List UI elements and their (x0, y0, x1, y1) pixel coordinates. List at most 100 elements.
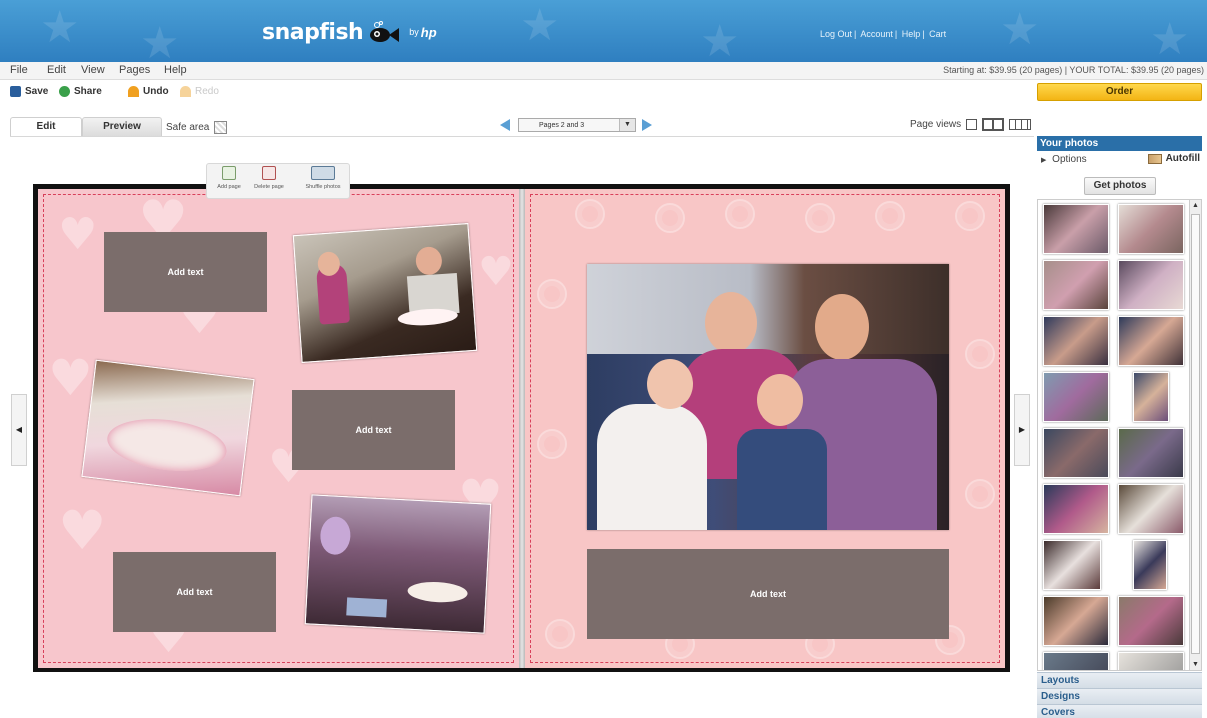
redo-button[interactable]: Redo (180, 86, 219, 97)
get-photos-button[interactable]: Get photos (1084, 177, 1156, 195)
photo-thumbnail[interactable] (1043, 260, 1109, 310)
delete-page-button[interactable]: Delete page (249, 166, 289, 190)
tab-preview[interactable]: Preview (82, 117, 162, 136)
autofill-label: Autofill (1165, 153, 1200, 164)
photo-thumbnail[interactable] (1043, 484, 1109, 534)
photo-mothers-babies[interactable] (587, 264, 949, 530)
photo-thumbnail[interactable] (1118, 204, 1184, 254)
fish-icon (367, 21, 403, 43)
pages-dropdown[interactable]: Pages 2 and 3 ▼ (518, 118, 636, 132)
options-label: Options (1052, 154, 1087, 165)
safe-area-label: Safe area (166, 122, 210, 133)
photo-thumbnail[interactable] (1133, 372, 1169, 422)
photo-thumbnail[interactable] (1043, 204, 1109, 254)
page-tools: Add page Delete page Shuffle photos (206, 163, 350, 199)
star-decoration: ★ (140, 18, 180, 62)
photo-thumbnail[interactable] (1043, 652, 1109, 670)
photobook-spread: ♥ ♥ ♥ ♥ ♥ ♥ ♥ ♥ ♥ Add text Add text Add … (33, 184, 1010, 672)
order-button[interactable]: Order (1037, 83, 1202, 101)
scroll-right-arrow[interactable]: ▶ (1014, 394, 1030, 466)
scrollbar-thumb[interactable] (1191, 214, 1200, 654)
safe-area-checkbox[interactable] (214, 121, 228, 134)
tab-edit[interactable]: Edit (10, 117, 82, 136)
photo-thumbnail[interactable] (1043, 372, 1109, 422)
photo-thumbnail[interactable] (1043, 316, 1109, 366)
save-button[interactable]: Save (10, 86, 48, 97)
photo-thumbnail[interactable] (1118, 428, 1184, 478)
grid-view-icon[interactable] (1009, 119, 1032, 130)
photo-thumbnail[interactable] (1133, 540, 1167, 590)
photo-thumbnail[interactable] (1118, 316, 1184, 366)
shuffle-photos-button[interactable]: Shuffle photos (297, 166, 349, 190)
menu-help[interactable]: Help (164, 64, 187, 76)
star-decoration: ★ (1000, 4, 1040, 55)
add-page-button[interactable]: Add page (211, 166, 247, 190)
logout-link[interactable]: Log Out (820, 29, 852, 39)
delete-page-icon (262, 166, 276, 180)
snapfish-logo[interactable]: snapfish by hp (262, 14, 437, 50)
photo-detail (346, 597, 388, 618)
text-box[interactable]: Add text (292, 390, 455, 470)
photo-family-cake[interactable] (292, 223, 478, 363)
price-summary: Starting at: $39.95 (20 pages) | YOUR TO… (943, 65, 1204, 75)
photo-birthday-cake[interactable] (81, 359, 255, 497)
share-button[interactable]: Share (59, 86, 102, 97)
star-decoration: ★ (700, 16, 740, 62)
photo-grid-scrollbar[interactable]: ▲ ▼ (1189, 200, 1201, 670)
site-header: ★ ★ ★ ★ ★ ★ snapfish by hp Log Out | Acc… (0, 0, 1207, 62)
photo-thumbnail[interactable] (1118, 652, 1184, 670)
photo-party-balloons[interactable] (304, 494, 492, 634)
photo-thumbnail[interactable] (1043, 428, 1109, 478)
menu-bar: File Edit View Pages Help Starting at: $… (0, 62, 1207, 80)
photo-detail (587, 264, 949, 354)
photo-thumbnail[interactable] (1118, 260, 1184, 310)
pages-dropdown-value: Pages 2 and 3 (539, 121, 585, 129)
layouts-section[interactable]: Layouts (1037, 672, 1202, 688)
scroll-left-arrow[interactable]: ◀ (11, 394, 27, 466)
share-icon (59, 86, 70, 97)
menu-pages[interactable]: Pages (119, 64, 150, 76)
photo-thumbnail[interactable] (1118, 596, 1184, 646)
your-photos-header[interactable]: Your photos (1037, 136, 1202, 151)
single-page-view-icon[interactable] (966, 119, 978, 130)
previous-page-arrow-icon[interactable] (500, 119, 510, 131)
text-box[interactable]: Add text (113, 552, 276, 632)
menu-edit[interactable]: Edit (47, 64, 66, 76)
star-decoration: ★ (40, 2, 80, 53)
scroll-down-icon[interactable]: ▼ (1190, 659, 1201, 670)
photo-detail (407, 580, 469, 604)
undo-button[interactable]: Undo (128, 86, 169, 97)
star-decoration: ★ (520, 0, 560, 51)
photo-detail (597, 404, 707, 530)
designs-section[interactable]: Designs (1037, 688, 1202, 704)
account-link[interactable]: Account (860, 29, 893, 39)
triangle-right-icon: ▶ (1041, 157, 1047, 164)
left-page[interactable]: ♥ ♥ ♥ ♥ ♥ ♥ ♥ ♥ ♥ Add text Add text Add … (38, 189, 519, 668)
page-views: Page views (910, 118, 1032, 131)
autofill-button[interactable]: Autofill (1147, 153, 1200, 164)
options-toggle[interactable]: ▶ Options (1041, 154, 1087, 165)
shuffle-photos-label: Shuffle photos (305, 184, 341, 190)
account-links: Log Out | Account | Help | Cart (820, 29, 947, 39)
add-page-label: Add page (217, 184, 241, 190)
photo-thumbnail[interactable] (1118, 484, 1184, 534)
divider (10, 136, 1034, 137)
photo-thumbnail[interactable] (1043, 540, 1101, 590)
text-box[interactable]: Add text (104, 232, 267, 312)
next-page-arrow-icon[interactable] (642, 119, 652, 131)
photo-detail (757, 374, 803, 426)
covers-section[interactable]: Covers (1037, 704, 1202, 718)
menu-file[interactable]: File (10, 64, 28, 76)
undo-icon (128, 86, 139, 97)
menu-view[interactable]: View (81, 64, 105, 76)
photo-thumbnail[interactable] (1043, 596, 1109, 646)
spread-view-icon[interactable] (982, 118, 1005, 131)
photo-detail (397, 307, 459, 328)
safe-area-toggle[interactable]: Safe area (166, 121, 228, 134)
save-label: Save (25, 86, 49, 97)
scroll-up-icon[interactable]: ▲ (1190, 200, 1201, 211)
right-page[interactable]: Add text (525, 189, 1005, 668)
cart-link[interactable]: Cart (929, 29, 946, 39)
text-box[interactable]: Add text (587, 549, 949, 639)
help-link[interactable]: Help (902, 29, 921, 39)
